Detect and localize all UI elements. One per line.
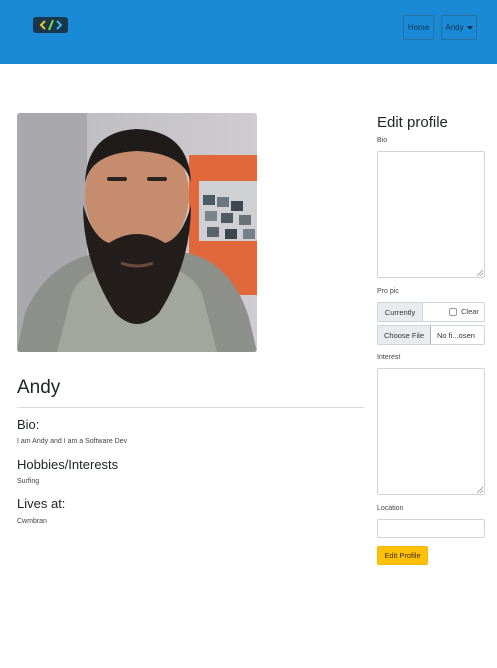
bio-text: I am Andy and I am a Software Dev xyxy=(17,438,128,445)
profile-name: Andy xyxy=(17,377,61,398)
resize-grip-icon[interactable] xyxy=(477,487,483,493)
edit-profile-button-label: Edit Profile xyxy=(384,551,421,560)
caret-down-icon xyxy=(466,25,473,30)
divider xyxy=(17,407,365,408)
code-brackets-icon[interactable] xyxy=(33,17,68,33)
bio-heading: Bio: xyxy=(17,417,40,432)
home-nav-label: Home xyxy=(407,23,430,32)
edit-profile-button[interactable]: Edit Profile xyxy=(377,546,428,565)
pro-pic-label: Pro pic xyxy=(377,288,399,295)
interests-heading: Hobbies/Interests xyxy=(17,457,119,472)
bio-label: Bio xyxy=(377,137,388,144)
navbar: Home Andy xyxy=(0,0,497,64)
profile-photo xyxy=(17,113,257,352)
interest-label: Interest xyxy=(377,354,401,361)
location-input[interactable] xyxy=(377,519,485,538)
currently-label: Currently xyxy=(378,303,423,321)
edit-profile-title: Edit profile xyxy=(377,114,448,131)
user-menu-label: Andy xyxy=(445,23,464,32)
interest-textarea[interactable] xyxy=(377,368,485,495)
home-nav-button[interactable]: Home xyxy=(403,15,434,40)
interests-text: Surfing xyxy=(17,478,40,485)
location-text: Cwmbran xyxy=(17,518,47,525)
choose-file-button[interactable]: Choose File xyxy=(378,326,431,344)
clear-label: Clear xyxy=(461,307,479,316)
file-input[interactable]: Choose File No fi...osen xyxy=(377,325,485,345)
current-pic-row: Currently Clear xyxy=(377,302,485,322)
clear-checkbox[interactable] xyxy=(449,308,457,316)
resize-grip-icon[interactable] xyxy=(477,270,483,276)
location-heading: Lives at: xyxy=(17,496,66,511)
bio-textarea[interactable] xyxy=(377,151,485,278)
location-label: Location xyxy=(377,505,404,512)
user-menu-dropdown[interactable]: Andy xyxy=(441,15,477,40)
file-status-text: No fi...osen xyxy=(437,331,475,340)
